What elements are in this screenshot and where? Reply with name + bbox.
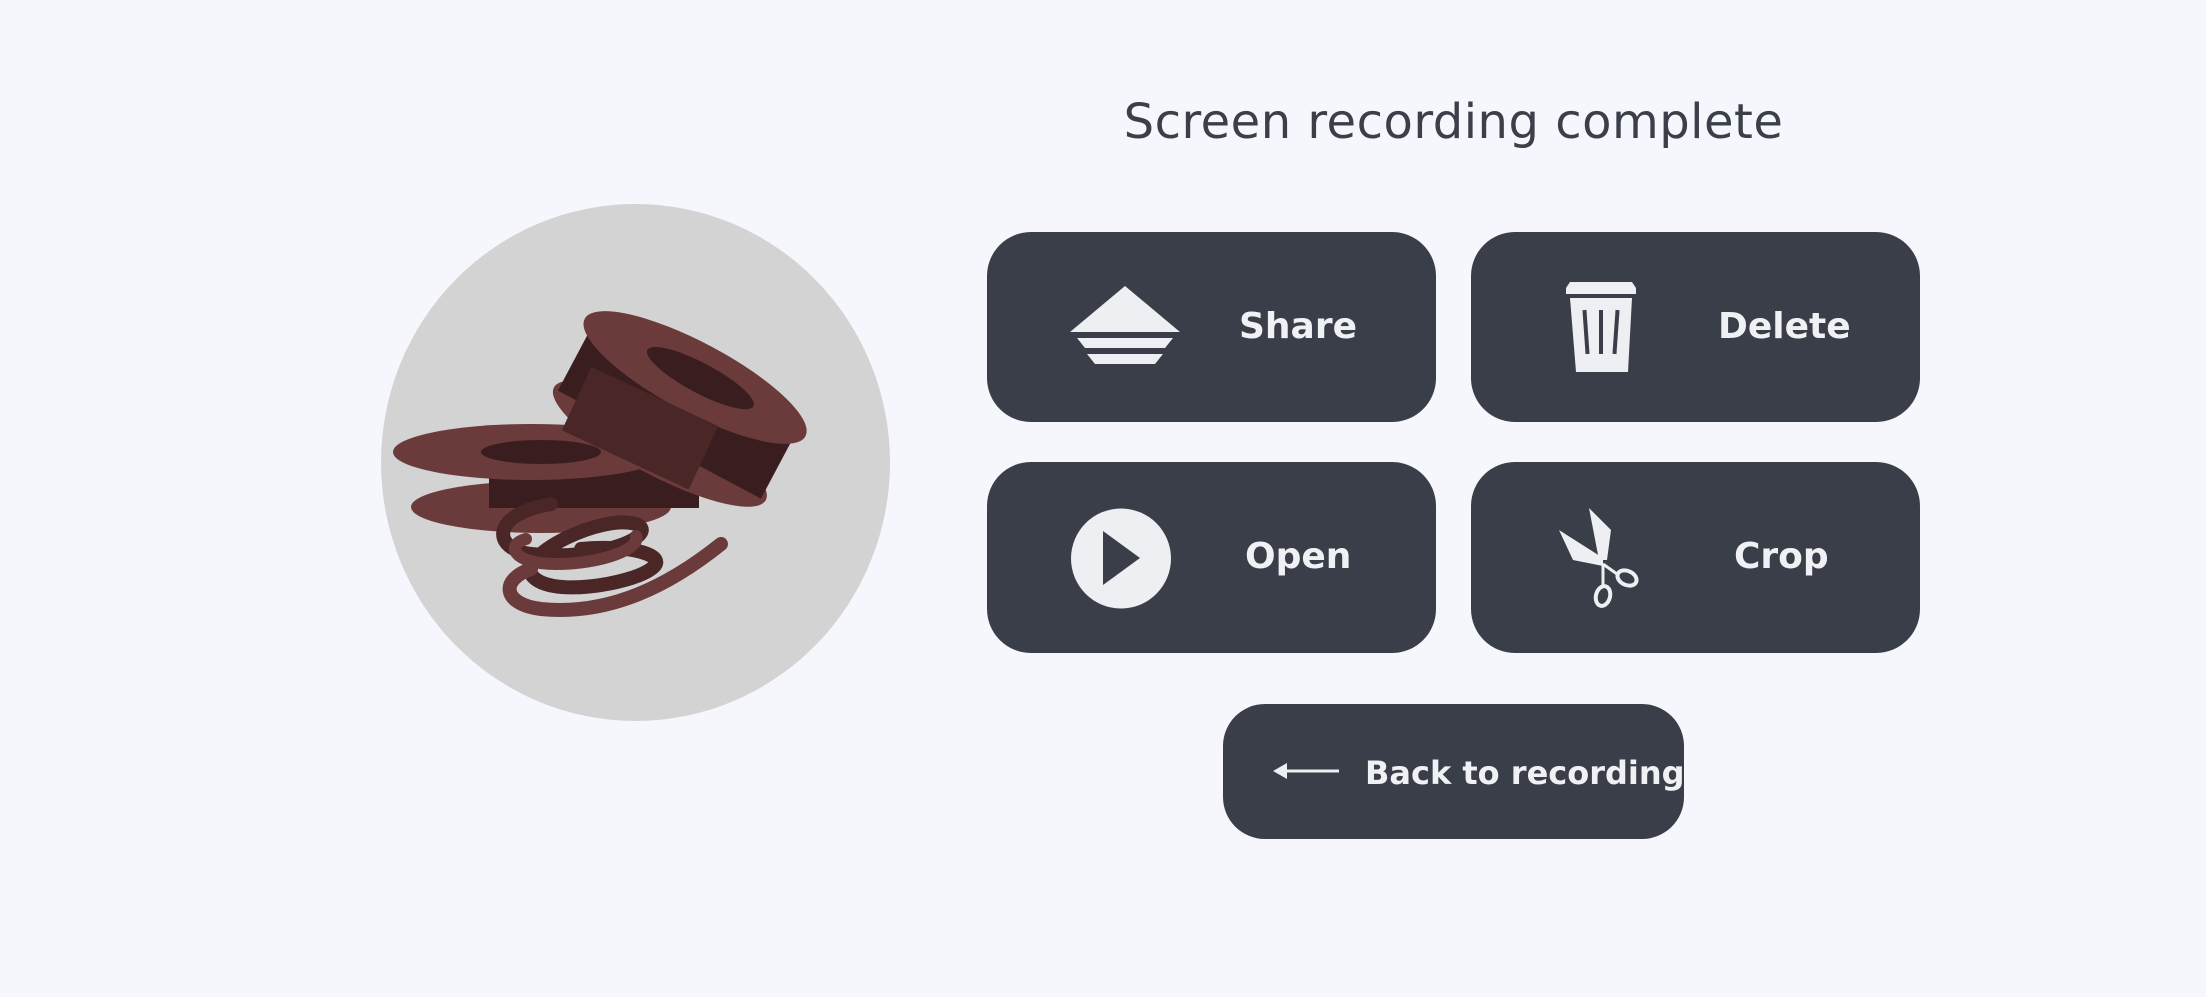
trash-icon: [1566, 282, 1636, 372]
crop-button[interactable]: Crop: [1471, 462, 1920, 653]
delete-label: Delete: [1718, 306, 1851, 347]
film-reels-illustration: [381, 204, 890, 721]
back-to-recording-button[interactable]: Back to recording: [1223, 704, 1685, 839]
share-label: Share: [1239, 306, 1358, 347]
crop-label: Crop: [1734, 536, 1829, 577]
delete-button[interactable]: Delete: [1471, 232, 1920, 422]
scissors-icon: [1559, 508, 1639, 608]
page-title: Screen recording complete: [1123, 94, 1784, 150]
play-icon: [1071, 508, 1171, 609]
back-to-recording-label: Back to recording: [1365, 754, 1685, 792]
share-icon: [1070, 286, 1180, 364]
arrow-left-icon: [1273, 763, 1339, 779]
film-reels-icon: [393, 311, 807, 617]
share-button[interactable]: Share: [987, 232, 1436, 422]
open-label: Open: [1245, 536, 1352, 577]
open-button[interactable]: Open: [987, 462, 1436, 653]
